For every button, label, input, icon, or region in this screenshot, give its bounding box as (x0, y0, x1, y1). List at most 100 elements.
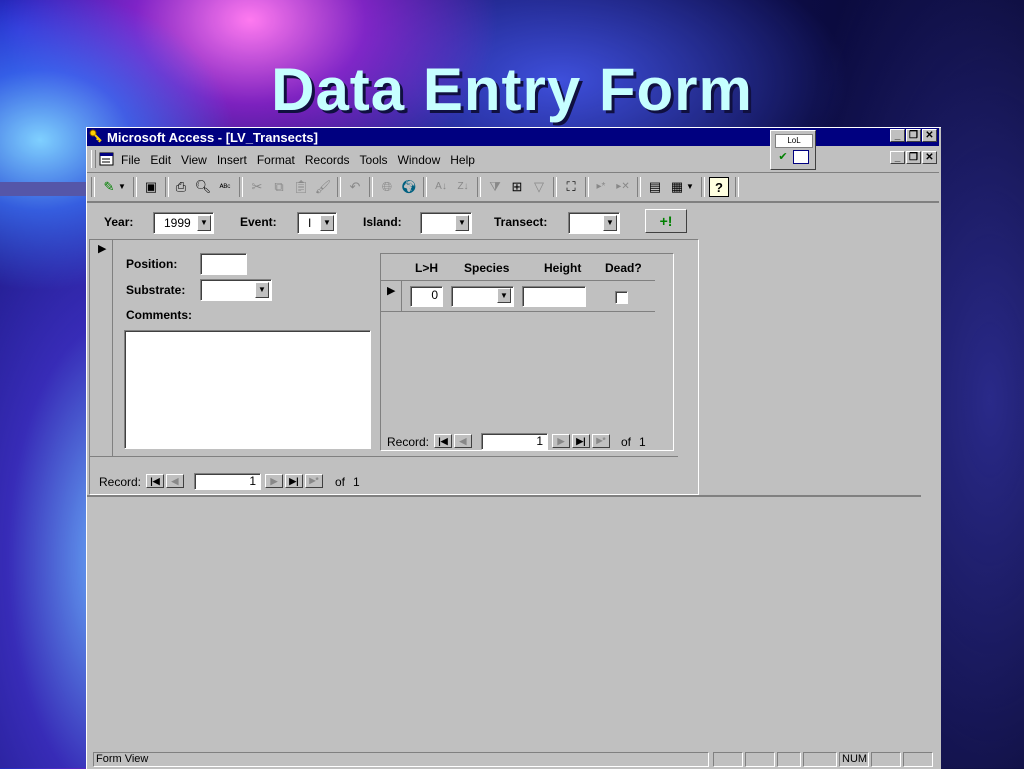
status-indicator (745, 752, 775, 767)
transect-label: Transect: (494, 215, 548, 229)
next-record-icon[interactable]: ▶ (552, 434, 570, 448)
filter-by-form-icon[interactable]: ⊞ (507, 177, 527, 197)
status-indicator (803, 752, 837, 767)
toolbar-separator (553, 177, 557, 197)
total-records: 1 (353, 475, 360, 489)
sort-ascending-icon[interactable]: A↓ (431, 177, 451, 197)
view-dropdown-icon[interactable]: ▼ (117, 177, 127, 197)
cut-icon[interactable]: ✂ (247, 177, 267, 197)
chevron-down-icon[interactable]: ▼ (455, 215, 469, 231)
toolbar-separator (585, 177, 589, 197)
format-painter-icon[interactable]: 🖌︎ (313, 177, 333, 197)
new-object-dropdown-icon[interactable]: ▼ (685, 177, 695, 197)
species-combo[interactable]: ▼ (451, 286, 514, 307)
print-icon[interactable]: ⎙ (171, 177, 191, 197)
event-value: I (308, 216, 312, 230)
database-window-icon[interactable]: ▦ (667, 177, 687, 197)
menu-records[interactable]: Records (305, 153, 350, 167)
year-label: Year: (104, 215, 134, 229)
help-icon[interactable]: ? (709, 177, 729, 197)
island-combo[interactable]: ▼ (420, 212, 472, 234)
floating-toolbar-combo[interactable]: LoL (775, 134, 813, 148)
window-title: Microsoft Access - [LV_Transects] (107, 130, 318, 145)
chevron-down-icon[interactable]: ▼ (255, 282, 269, 298)
status-indicator (903, 752, 933, 767)
menu-tools[interactable]: Tools (360, 153, 388, 167)
dead-checkbox[interactable] (615, 291, 628, 304)
comments-textarea[interactable] (124, 330, 371, 449)
form-document-icon[interactable] (99, 151, 115, 167)
first-record-icon[interactable]: |◀ (146, 474, 164, 488)
menu-edit[interactable]: Edit (150, 153, 171, 167)
chevron-down-icon[interactable]: ▼ (497, 288, 511, 303)
chevron-down-icon[interactable]: ▼ (320, 215, 334, 231)
slide-decoration-bar (0, 182, 92, 196)
sort-descending-icon[interactable]: Z↓ (453, 177, 473, 197)
next-record-icon[interactable]: ▶ (265, 474, 283, 488)
web-toolbar-icon[interactable]: 🌍︎ (399, 177, 419, 197)
properties-icon[interactable]: ▤ (645, 177, 665, 197)
transect-combo[interactable]: ▼ (568, 212, 620, 234)
subform-row: ▶ 0 ▼ (381, 281, 655, 312)
subform-record-number[interactable]: 1 (481, 433, 548, 450)
close-button[interactable]: ✕ (922, 129, 937, 142)
position-field[interactable] (200, 253, 247, 275)
menu-file[interactable]: File (121, 153, 140, 167)
toolbar-separator (423, 177, 427, 197)
chevron-down-icon[interactable]: ▼ (603, 215, 617, 231)
doc-close-button[interactable]: ✕ (922, 151, 937, 164)
menu-view[interactable]: View (181, 153, 207, 167)
height-field[interactable] (522, 286, 586, 307)
delete-record-icon[interactable]: ▸✕ (613, 177, 633, 197)
island-label: Island: (363, 215, 402, 229)
first-record-icon[interactable]: |◀ (434, 434, 452, 448)
save-icon[interactable]: ▣ (141, 177, 161, 197)
substrate-combo[interactable]: ▼ (200, 279, 272, 301)
previous-record-icon[interactable]: ◀ (166, 474, 184, 488)
event-combo[interactable]: I ▼ (297, 212, 337, 234)
menu-insert[interactable]: Insert (217, 153, 247, 167)
last-record-icon[interactable]: ▶| (285, 474, 303, 488)
doc-minimize-button[interactable]: _ (890, 151, 905, 164)
new-record-nav-icon[interactable]: ▶* (592, 434, 610, 448)
status-indicator (871, 752, 901, 767)
restore-button[interactable]: ❐ (906, 129, 921, 142)
datasheet-icon[interactable] (793, 150, 809, 164)
of-label: of (335, 475, 346, 489)
menu-format[interactable]: Format (257, 153, 295, 167)
add-record-button[interactable]: +! (645, 209, 687, 233)
filter-by-selection-icon[interactable]: ⧩ (485, 177, 505, 197)
minimize-button[interactable]: _ (890, 129, 905, 142)
col-species: Species (464, 261, 510, 275)
check-edit-icon[interactable]: ✔ (775, 150, 791, 164)
new-record-icon[interactable]: ▸* (591, 177, 611, 197)
toolbar-grip[interactable] (91, 177, 95, 197)
record-number[interactable]: 1 (194, 473, 261, 490)
position-label: Position: (126, 257, 178, 271)
menu-window[interactable]: Window (398, 153, 441, 167)
subform-record-selector[interactable]: ▶ (381, 281, 402, 311)
lh-field[interactable]: 0 (410, 286, 443, 307)
menu-help[interactable]: Help (450, 153, 475, 167)
record-selector[interactable]: ▶ (92, 240, 113, 456)
previous-record-icon[interactable]: ◀ (454, 434, 472, 448)
chevron-down-icon[interactable]: ▼ (197, 215, 211, 231)
form-bottom-border (87, 495, 921, 497)
year-combo[interactable]: 1999 ▼ (153, 212, 214, 234)
menubar-grip[interactable] (91, 150, 96, 168)
spelling-icon[interactable]: ᴬᴮᶜ (215, 177, 235, 197)
toolbar-separator (133, 177, 137, 197)
doc-restore-button[interactable]: ❐ (906, 151, 921, 164)
print-preview-icon[interactable]: 🔍︎ (193, 177, 213, 197)
insert-hyperlink-icon[interactable]: 🌐︎ (377, 177, 397, 197)
floating-toolbar[interactable]: LoL ✔ (770, 130, 816, 170)
design-view-icon[interactable]: ✎ (99, 177, 119, 197)
copy-icon[interactable]: ⧉ (269, 177, 289, 197)
paste-icon[interactable]: 📋︎ (291, 177, 311, 197)
access-key-icon (89, 129, 102, 143)
find-binoculars-icon[interactable]: ⛶ (561, 177, 581, 197)
apply-filter-icon[interactable]: ▽ (529, 177, 549, 197)
new-record-nav-icon[interactable]: ▶* (305, 474, 323, 488)
last-record-icon[interactable]: ▶| (572, 434, 590, 448)
undo-icon[interactable]: ↶ (345, 177, 365, 197)
